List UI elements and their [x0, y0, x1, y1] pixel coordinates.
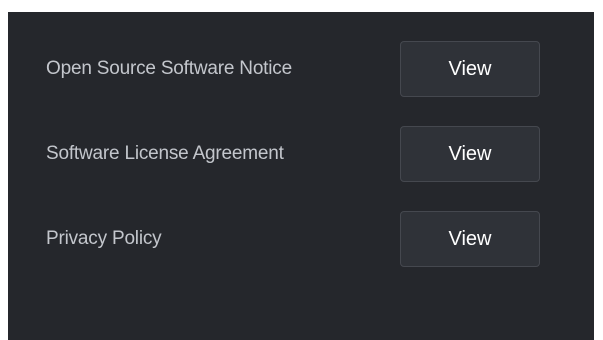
license-agreement-label: Software License Agreement: [46, 143, 284, 164]
privacy-policy-label: Privacy Policy: [46, 228, 162, 249]
open-source-notice-label: Open Source Software Notice: [46, 58, 292, 79]
legal-row-license-agreement: Software License Agreement View: [8, 126, 594, 182]
view-license-agreement-button[interactable]: View: [400, 126, 540, 182]
view-open-source-notice-button[interactable]: View: [400, 41, 540, 97]
legal-row-privacy-policy: Privacy Policy View: [8, 211, 594, 267]
legal-panel: Open Source Software Notice View Softwar…: [8, 12, 594, 340]
legal-row-open-source-notice: Open Source Software Notice View: [8, 41, 594, 97]
view-privacy-policy-button[interactable]: View: [400, 211, 540, 267]
